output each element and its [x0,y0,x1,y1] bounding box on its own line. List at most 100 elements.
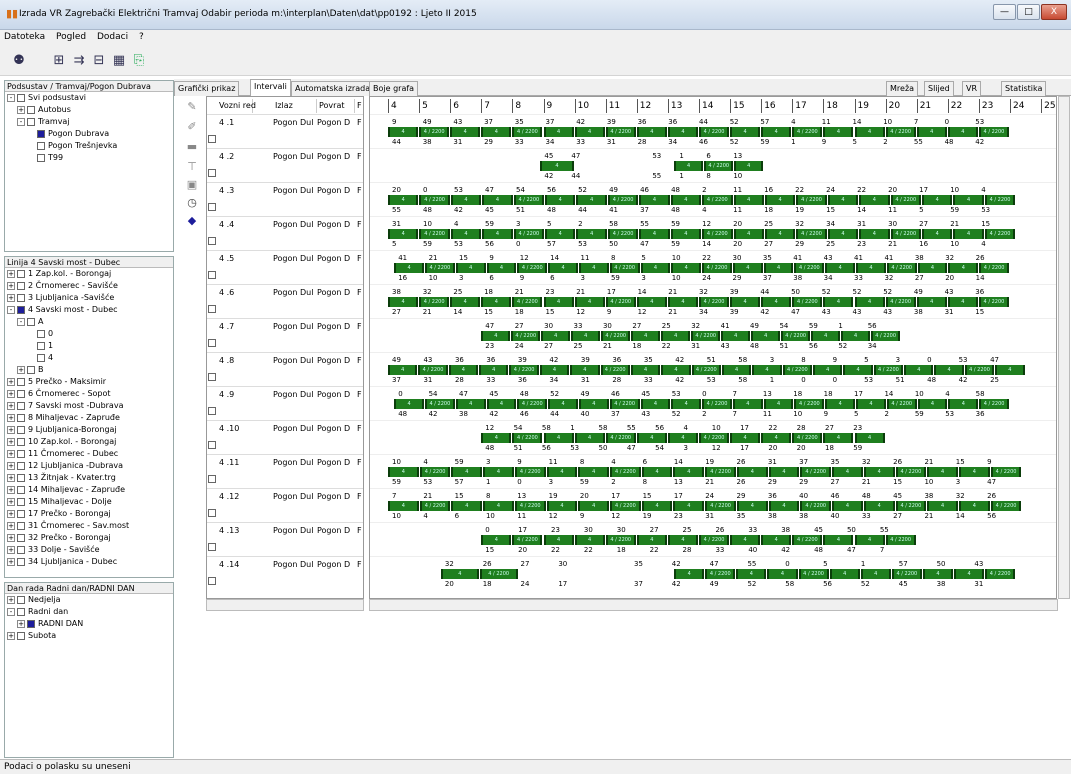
tree-checkbox[interactable] [27,117,35,126]
trip-segment[interactable]: 4 [921,195,953,205]
trip-segment[interactable]: 4 / 2200 [699,433,730,443]
trip-segment[interactable]: 4 [661,365,691,375]
trip-segment[interactable]: 4 [548,263,578,273]
trip-segment[interactable]: 4 [958,501,990,511]
trip-segment[interactable]: 4 [486,399,517,409]
trip-segment[interactable]: 4 [823,127,854,137]
trip-segment[interactable]: 4 / 2200 [792,297,823,307]
tab-graficki-prikaz[interactable]: Grafički prikaz [174,81,240,96]
trip-segment[interactable]: 4 / 2200 [425,399,455,409]
tree-checkbox[interactable] [17,533,25,542]
col-header-f[interactable]: F [355,99,363,113]
edit-icon[interactable]: ✎ [183,100,201,114]
trip-segment[interactable]: 4 / 2200 [792,127,823,137]
trip-segment[interactable]: 4 [388,127,419,137]
table-row[interactable]: 4 .9 Pogon Dul Pogon D F [207,386,363,420]
trip-segment[interactable]: 4 [859,229,890,239]
trip-segment[interactable]: 4 / 2200 [600,365,630,375]
trip-segment[interactable]: 4 [763,263,794,273]
table-row[interactable]: 4 .6 Pogon Dul Pogon D F [207,284,363,318]
trip-segment[interactable]: 4 [640,399,671,409]
table-row[interactable]: 4 .7 Pogon Dul Pogon D F [207,318,363,352]
trip-segment[interactable]: 4 [388,297,419,307]
tree-checkbox[interactable] [37,153,45,162]
trip-segment[interactable]: 4 [388,195,419,205]
timeline-row[interactable]: 44 / 2200 4 4 4 / 2200 4 4 4 / 2200 4 4 4 / 2200 4… [370,522,1056,556]
trip-segment[interactable]: 4 [545,229,576,239]
expand-icon[interactable]: + [7,533,15,542]
trip-segment[interactable]: 4 / 2200 [885,127,916,137]
row-checkbox[interactable] [208,543,216,551]
trip-segment[interactable]: 4 [732,263,763,273]
trip-segment[interactable]: 4 / 2200 [479,569,518,579]
col-header-izlaz[interactable]: Izlaz [273,99,317,113]
trip-segment[interactable]: 4 [482,195,513,205]
trip-segment[interactable]: 4 [736,467,768,477]
trip-segment[interactable]: 4 [733,195,764,205]
tree-item[interactable]: +6 Črnomerec - Sopot [5,388,173,400]
trip-segment[interactable]: 4 [736,569,767,579]
trip-segment[interactable]: 4 [823,433,854,443]
trip-segment[interactable]: 4 [540,161,574,171]
table-row[interactable]: 4 .5 Pogon Dul Pogon D F [207,250,363,284]
vertical-scrollbar[interactable] [1058,96,1070,599]
trip-segment[interactable]: 4 [953,229,984,239]
trip-segment[interactable]: 4 / 2200 [704,161,734,171]
trip-segment[interactable]: 4 [673,467,705,477]
timeline-row[interactable]: 44 / 2200 4 4 4 / 2200 4 4 4 / 2200 4 4 4 / 2200 4… [370,386,1056,420]
tag-icon[interactable]: ◆ [183,214,201,228]
expand-icon[interactable]: - [7,305,15,314]
trip-segment[interactable]: 4 [636,535,667,545]
hour-header[interactable]: 19 [854,99,884,113]
row-checkbox[interactable] [208,441,216,449]
trip-segment[interactable]: 4 / 2200 [964,365,995,375]
hour-header[interactable]: 25 [1041,99,1056,113]
tree-item[interactable]: +9 Ljubljanica-Borongaj [5,424,173,436]
trip-segment[interactable]: 4 / 2200 [699,535,730,545]
trip-segment[interactable]: 4 [823,297,854,307]
trip-segment[interactable]: 4 / 2200 [699,127,730,137]
trip-segment[interactable]: 4 / 2200 [798,569,829,579]
trip-segment[interactable]: 4 [730,433,761,443]
trip-segment[interactable]: 4 [388,501,419,511]
expand-icon[interactable]: + [7,509,15,518]
trip-segment[interactable]: 4 / 2200 [978,127,1009,137]
tree-checkbox[interactable] [17,473,25,482]
trip-segment[interactable]: 4 [761,433,792,443]
tree-checkbox[interactable] [17,401,25,410]
expand-icon[interactable]: - [7,607,15,616]
row-checkbox[interactable] [208,577,216,585]
trip-segment[interactable]: 4 [667,297,698,307]
trip-segment[interactable]: 4 [545,195,576,205]
expand-icon[interactable]: + [7,449,15,458]
trip-segment[interactable]: 4 [917,263,948,273]
trip-segment[interactable]: 4 / 2200 [517,399,548,409]
trip-segment[interactable]: 4 [394,399,424,409]
table-row[interactable]: 4 .4 Pogon Dul Pogon D F [207,216,363,250]
trip-segment[interactable]: 4 [825,399,856,409]
trip-segment[interactable]: 4 [481,331,511,341]
trip-segment[interactable]: 4 [451,467,483,477]
expand-icon[interactable]: + [7,293,15,302]
trip-segment[interactable]: 4 [548,399,578,409]
tree-item[interactable]: 4 [5,352,173,364]
expand-icon[interactable]: + [7,461,15,470]
trip-segment[interactable]: 4 [763,399,794,409]
trip-segment[interactable]: 4 [574,127,605,137]
expand-icon[interactable]: - [7,93,15,102]
trip-segment[interactable]: 4 / 2200 [514,467,546,477]
trip-segment[interactable]: 4 [730,297,761,307]
menu-help[interactable]: ? [135,30,148,44]
tree-item[interactable]: -A [5,316,173,328]
tree-item[interactable]: +31 Črnomerec - Sav.most [5,520,173,532]
trip-segment[interactable]: 4 / 2200 [419,229,450,239]
trip-segment[interactable]: 4 [636,127,667,137]
delete-icon[interactable]: ▬ [183,140,201,154]
trip-segment[interactable]: 4 [483,501,514,511]
trip-segment[interactable]: 4 [721,365,752,375]
timeline-row[interactable]: 44 / 2200 4 4 4 / 2200 4 4 4 / 2200 4 4 4 / 2200 4… [370,352,1056,386]
trip-segment[interactable]: 4 / 2200 [419,501,451,511]
trip-segment[interactable]: 4 [450,297,481,307]
grid-plus-icon[interactable]: ⊞ [50,52,68,70]
trip-segment[interactable]: 4 / 2200 [885,297,916,307]
